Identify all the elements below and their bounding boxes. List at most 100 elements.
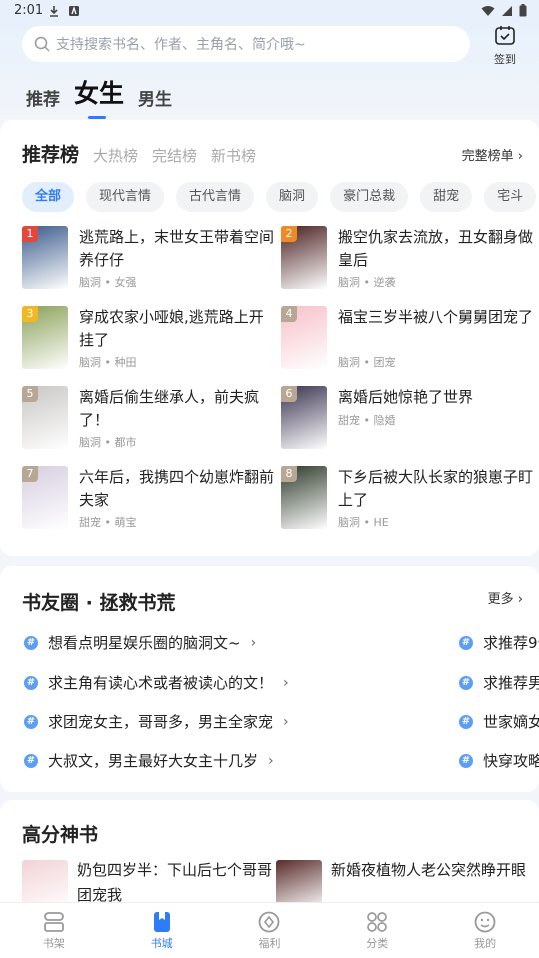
book-title: 离婚后她惊艳了世界 xyxy=(338,388,474,406)
wifi-icon xyxy=(481,5,495,16)
book-cover: 6 xyxy=(281,386,327,449)
hashtag-icon: # xyxy=(24,675,38,690)
book-title: 下乡后被大队长家的狼崽子盯上了 xyxy=(338,468,534,509)
chevron-right-icon: › xyxy=(283,674,289,691)
topic-item[interactable]: # 求团宠女主，哥哥多，男主全家宠 › xyxy=(24,711,289,732)
chip-ceo[interactable]: 豪门总裁 xyxy=(330,182,409,212)
ranking-book-item[interactable]: 4 福宝三岁半被八个舅舅团宠了脑洞 • 团宠 xyxy=(281,306,533,372)
book-title: 搬空仇家去流放，丑女翻身做皇后 xyxy=(338,228,534,269)
rank-badge: 8 xyxy=(281,466,297,482)
welfare-icon xyxy=(259,911,280,933)
book-tags: 脑洞 • 团宠 xyxy=(338,356,396,369)
signin-button[interactable]: 签到 xyxy=(488,24,522,67)
chip-sweet[interactable]: 甜宠 xyxy=(420,182,473,212)
signal-icon xyxy=(502,5,512,16)
book-tags: 甜宠 • 隐婚 xyxy=(338,414,396,427)
circle-more-link[interactable]: 更多 › xyxy=(488,588,523,607)
ranking-book-item[interactable]: 1 逃荒路上，末世女王带着空间养仔仔 脑洞 • 女强 xyxy=(22,226,274,292)
book-title: 福宝三岁半被八个舅舅团宠了 xyxy=(338,308,534,326)
ranking-tab-hot[interactable]: 大热榜 xyxy=(93,145,138,166)
rank-badge: 3 xyxy=(22,306,38,322)
book-tags: 甜宠 • 萌宝 xyxy=(79,516,137,529)
topic-item[interactable]: # 求推荐男 xyxy=(459,672,539,693)
nav-bookshelf[interactable]: 书架 xyxy=(0,903,108,958)
hashtag-icon: # xyxy=(24,753,38,768)
book-title: 新婚夜植物人老公突然睁开眼 xyxy=(331,861,527,879)
ranking-book-item[interactable]: 3 穿成农家小哑娘,逃荒路上开挂了脑洞 • 种田 xyxy=(22,306,272,372)
rank-badge: 6 xyxy=(281,386,297,402)
topic-item[interactable]: # 快穿攻略 xyxy=(459,750,539,771)
chevron-right-icon: › xyxy=(517,592,523,607)
nav-profile[interactable]: 我的 xyxy=(431,903,539,958)
book-cover: 5 xyxy=(22,386,68,449)
profile-icon xyxy=(474,911,496,933)
chip-house-fight[interactable]: 宅斗 xyxy=(484,182,537,212)
channel-tabs: 推荐 女生 男生 xyxy=(26,74,172,119)
nav-welfare[interactable]: 福利 xyxy=(216,903,324,958)
hashtag-icon: # xyxy=(459,635,473,650)
tab-recommend[interactable]: 推荐 xyxy=(26,85,60,110)
category-icon xyxy=(367,912,388,932)
full-ranking-link[interactable]: 完整榜单 › xyxy=(462,145,523,164)
ranking-card: 推荐榜 大热榜 完结榜 新书榜 完整榜单 › 全部 现代言情 古代言情 脑洞 豪… xyxy=(0,120,539,556)
chip-all[interactable]: 全部 xyxy=(22,182,75,212)
topic-text: 世家嫡女 xyxy=(483,713,539,731)
chevron-right-icon: › xyxy=(517,149,523,164)
nav-bookstore[interactable]: 书城 xyxy=(108,903,216,958)
search-icon xyxy=(34,36,50,52)
bookstore-icon xyxy=(153,912,170,932)
book-tags: 脑洞 • 女强 xyxy=(79,276,137,289)
ranking-tab-finished[interactable]: 完结榜 xyxy=(152,145,197,166)
book-title: 穿成农家小哑娘,逃荒路上开挂了 xyxy=(79,308,264,349)
rank-badge: 4 xyxy=(281,306,297,322)
hashtag-icon: # xyxy=(24,635,38,650)
chip-ancient-romance[interactable]: 古代言情 xyxy=(176,182,255,212)
tab-female[interactable]: 女生 xyxy=(74,74,124,119)
rank-badge: 2 xyxy=(281,226,297,242)
high-score-title: 高分神书 xyxy=(22,824,99,846)
book-circle-card: 书友圈 · 拯救书荒 更多 › # 想看点明星娱乐圈的脑洞文~ › # 求主角有读心术或… xyxy=(0,566,539,792)
book-title: 六年后，我携四个幼崽炸翻前夫家 xyxy=(79,468,275,509)
book-tags: 脑洞 • 都市 xyxy=(79,436,137,449)
status-bar: 2:01 xyxy=(0,0,539,24)
topic-item[interactable]: # 大叔文，男主最好大女主十几岁 › xyxy=(24,750,274,771)
topic-text: 快穿攻略 xyxy=(483,752,539,770)
status-time: 2:01 xyxy=(14,3,44,18)
topic-text: 想看点明星娱乐圈的脑洞文~ xyxy=(48,634,241,652)
ranking-book-item[interactable]: 7 六年后，我携四个幼崽炸翻前夫家甜宠 • 萌宝 xyxy=(22,466,274,532)
ranking-book-item[interactable]: 5 离婚后偷生继承人，前夫疯了！ 脑洞 • 都市 xyxy=(22,386,272,452)
search-input[interactable]: 支持搜索书名、作者、主角名、简介哦~ xyxy=(22,26,470,62)
high-score-card: 高分神书 奶包四岁半：下山后七个哥哥团宠我 新婚夜植物人老公突然睁开眼 xyxy=(0,800,539,910)
ranking-tab-recommend[interactable]: 推荐榜 xyxy=(22,140,79,167)
bookshelf-icon xyxy=(43,912,64,932)
topic-text: 大叔文，男主最好大女主十几岁 xyxy=(48,752,259,770)
signin-label: 签到 xyxy=(494,53,516,66)
chip-brain-hole[interactable]: 脑洞 xyxy=(266,182,319,212)
topic-item[interactable]: # 想看点明星娱乐圈的脑洞文~ › xyxy=(24,632,256,653)
hashtag-icon: # xyxy=(459,753,473,768)
book-title: 奶包四岁半：下山后七个哥哥团宠我 xyxy=(77,861,273,904)
topic-item[interactable]: # 求推荐9分 xyxy=(459,632,539,653)
book-cover: 2 xyxy=(281,226,327,289)
ranking-book-item[interactable]: 2 搬空仇家去流放，丑女翻身做皇后 脑洞 • 逆袭 xyxy=(281,226,533,292)
book-cover: 7 xyxy=(22,466,68,529)
book-cover: 1 xyxy=(22,226,68,289)
book-tags: 脑洞 • HE xyxy=(338,516,389,529)
ranking-tab-new[interactable]: 新书榜 xyxy=(211,145,256,166)
topic-text: 求主角有读心术或者被读心的文！ xyxy=(48,674,274,692)
chevron-right-icon: › xyxy=(283,713,289,730)
topic-item[interactable]: # 求主角有读心术或者被读心的文！ › xyxy=(24,672,289,693)
rank-badge: 1 xyxy=(22,226,38,242)
book-tags: 脑洞 • 种田 xyxy=(79,356,137,369)
search-placeholder: 支持搜索书名、作者、主角名、简介哦~ xyxy=(56,37,306,53)
hashtag-icon: # xyxy=(24,714,38,729)
calendar-check-icon xyxy=(495,26,515,45)
nav-category[interactable]: 分类 xyxy=(323,903,431,958)
topic-item[interactable]: # 世家嫡女 xyxy=(459,711,539,732)
chip-modern-romance[interactable]: 现代言情 xyxy=(86,182,165,212)
ranking-book-item[interactable]: 6 离婚后她惊艳了世界甜宠 • 隐婚 xyxy=(281,386,531,452)
tab-male[interactable]: 男生 xyxy=(138,85,172,110)
ranking-book-item[interactable]: 8 下乡后被大队长家的狼崽子盯上了脑洞 • HE xyxy=(281,466,533,532)
book-cover: 8 xyxy=(281,466,327,529)
header: 支持搜索书名、作者、主角名、简介哦~ 签到 推荐 女生 男生 xyxy=(0,24,539,120)
